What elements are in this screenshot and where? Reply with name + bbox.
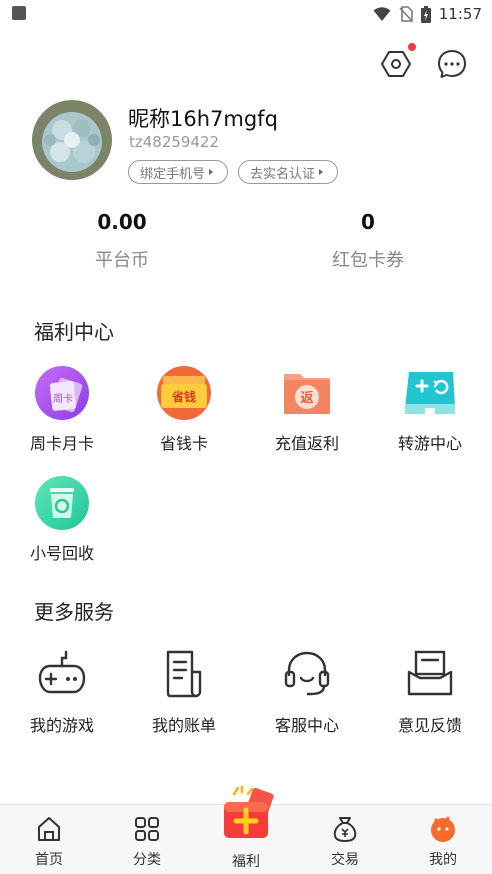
settings-hex-icon[interactable]: [380, 48, 412, 80]
real-name-auth-button[interactable]: 去实名认证: [238, 160, 338, 184]
gamepad-icon: [38, 650, 86, 694]
bind-phone-label: 绑定手机号: [140, 166, 206, 182]
feedback-inbox-icon: [407, 650, 453, 696]
nav-mine[interactable]: 我的: [394, 805, 492, 874]
nav-label: 福利: [232, 854, 260, 870]
welfare-item-game-transfer[interactable]: 转游中心: [374, 364, 486, 454]
weekly-monthly-card-icon: 周卡: [35, 366, 89, 420]
service-my-games[interactable]: 我的游戏: [6, 648, 118, 736]
triangle-right-icon: [209, 169, 214, 175]
profile-orange-icon: [431, 816, 455, 842]
gift-box-icon[interactable]: [218, 786, 276, 842]
service-label: 客服中心: [274, 716, 339, 735]
nickname[interactable]: 昵称16h7mgfq: [128, 103, 278, 133]
service-label: 意见反馈: [397, 716, 462, 735]
home-icon: [38, 817, 60, 841]
welfare-item-label: 省钱卡: [159, 434, 208, 453]
platform-coin-label[interactable]: 平台币: [42, 246, 202, 272]
service-feedback[interactable]: 意见反馈: [374, 648, 486, 736]
no-sim-icon: [399, 6, 413, 22]
nav-label: 交易: [331, 852, 359, 868]
headset-icon: [284, 651, 330, 696]
service-customer-center[interactable]: 客服中心: [251, 648, 363, 736]
saving-card-icon: 省钱: [157, 366, 211, 420]
coupon-label[interactable]: 红包卡券: [288, 246, 448, 272]
wifi-icon: [373, 7, 391, 21]
weekly-card-badge: 周卡: [53, 392, 73, 405]
nav-home[interactable]: 首页: [0, 805, 98, 874]
welfare-item-saving-card[interactable]: 省钱 省钱卡: [128, 364, 240, 454]
money-bag-icon: [333, 817, 357, 843]
welfare-item-label: 充值返利: [274, 434, 339, 453]
bill-icon: [166, 650, 202, 698]
welfare-item-label: 小号回收: [29, 544, 94, 563]
battery-icon: [420, 5, 431, 23]
real-name-label: 去实名认证: [250, 166, 316, 182]
bind-phone-button[interactable]: 绑定手机号: [128, 160, 228, 184]
rebate-badge: 返: [300, 391, 313, 406]
account-recycle-icon: [35, 476, 89, 530]
status-time: 11:57: [438, 5, 482, 23]
chat-bubble-icon[interactable]: [436, 48, 468, 80]
nav-category[interactable]: 分类: [98, 805, 196, 874]
welfare-item-label: 转游中心: [397, 434, 462, 453]
welfare-item-account-recycle[interactable]: 小号回收: [6, 474, 118, 564]
service-label: 我的游戏: [29, 716, 94, 735]
avatar[interactable]: [32, 100, 112, 180]
nav-label: 分类: [133, 852, 161, 868]
welfare-item-weekly-card[interactable]: 周卡 周卡月卡: [6, 364, 118, 454]
welfare-item-recharge-rebate[interactable]: 返 充值返利: [251, 364, 363, 454]
category-grid-icon: [135, 817, 159, 841]
welfare-section-title: 福利中心: [34, 320, 114, 344]
user-id: tz48259422: [129, 133, 220, 151]
services-section-title: 更多服务: [34, 600, 114, 624]
notification-dot: [408, 43, 416, 51]
service-label: 我的账单: [151, 716, 216, 735]
nav-label: 首页: [35, 852, 63, 868]
status-bar: 11:57: [0, 0, 492, 28]
nav-trade[interactable]: 交易: [296, 805, 394, 874]
service-my-bill[interactable]: 我的账单: [128, 648, 240, 736]
platform-coin-value[interactable]: 0.00: [42, 210, 202, 234]
recharge-rebate-icon: 返: [284, 374, 330, 414]
status-right-group: 11:57: [373, 4, 482, 24]
nav-label: 我的: [429, 852, 457, 868]
notification-square-icon: [12, 6, 26, 20]
triangle-right-icon: [319, 169, 324, 175]
saving-card-badge: 省钱: [171, 389, 196, 404]
game-transfer-icon: [405, 372, 455, 414]
coupon-value[interactable]: 0: [288, 210, 448, 234]
welfare-item-label: 周卡月卡: [29, 434, 94, 453]
